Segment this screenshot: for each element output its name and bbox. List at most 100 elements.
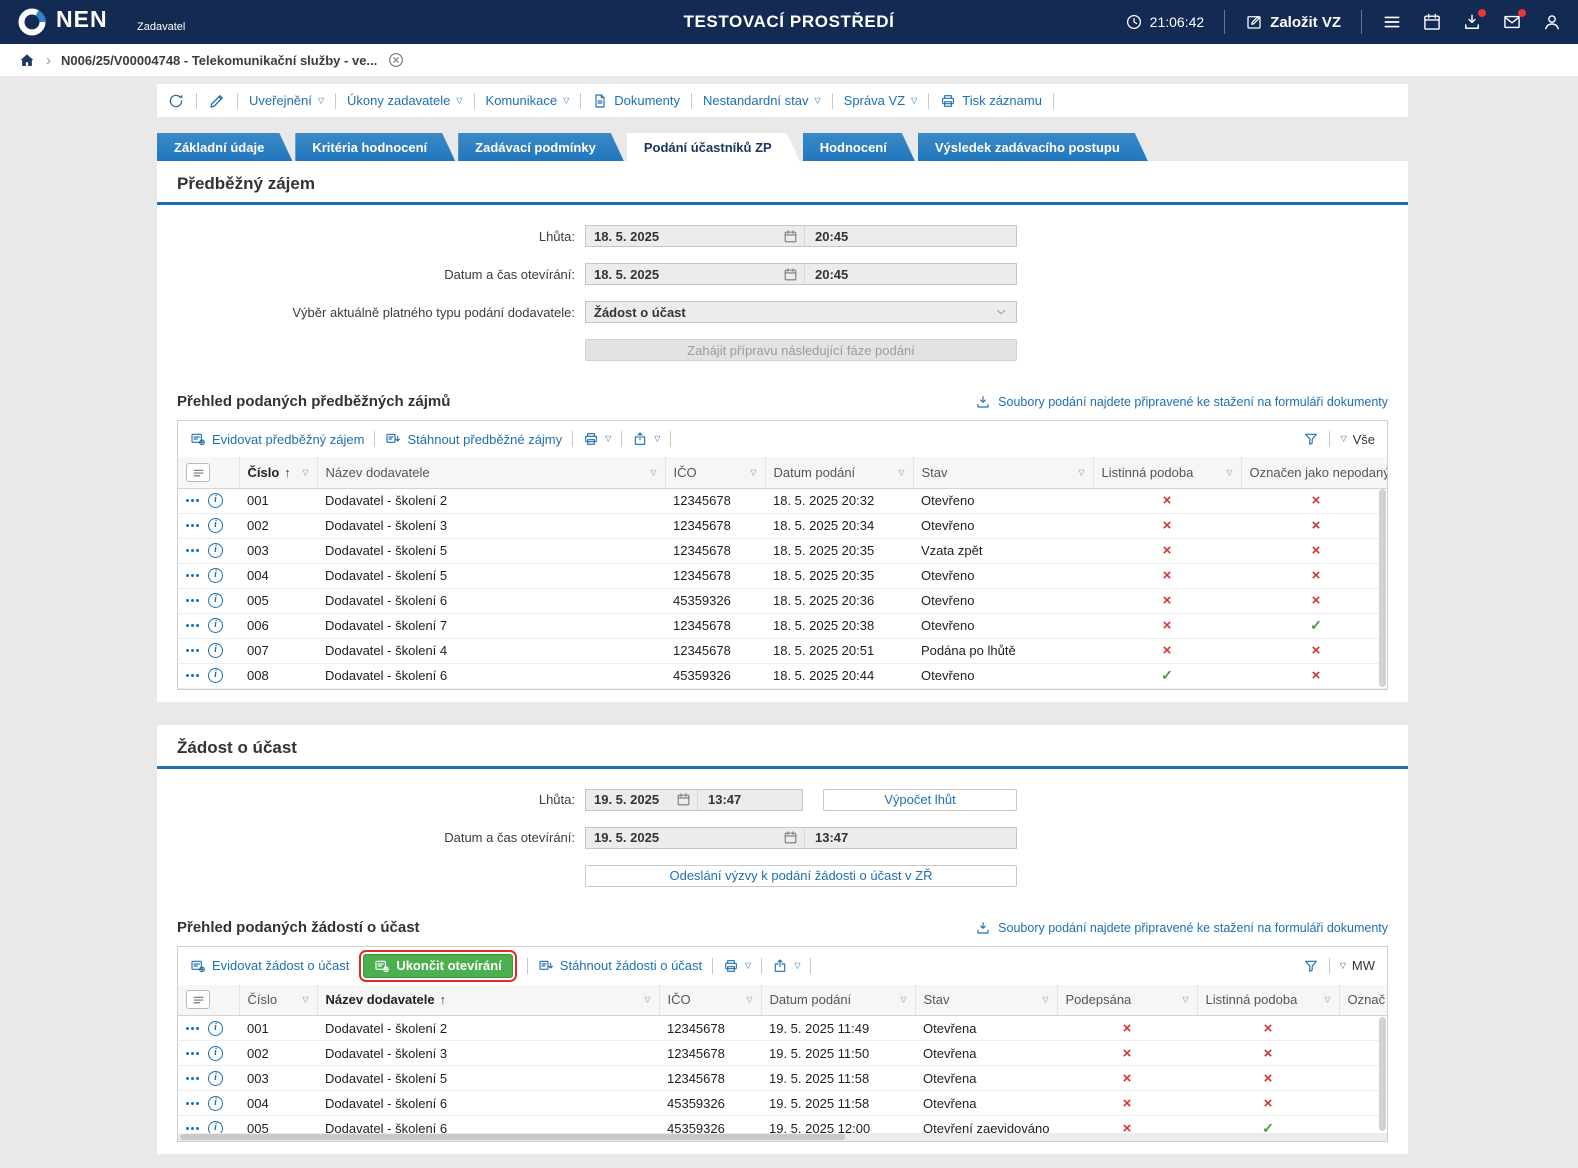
tab-hodnocení[interactable]: Hodnocení (803, 133, 915, 161)
calendar-icon[interactable] (676, 792, 691, 807)
column-header[interactable]: Podepsána▽ (1057, 985, 1197, 1016)
column-filter-icon[interactable]: ▽ (650, 468, 656, 477)
close-record-icon[interactable] (387, 51, 405, 69)
menu-dokumenty[interactable]: Dokumenty (592, 93, 680, 109)
row-info-icon[interactable]: i (208, 518, 223, 533)
stahnout-zadosti-button[interactable]: Stáhnout žádosti o účast (538, 958, 702, 974)
export-table-button[interactable]: ▽ (632, 431, 660, 447)
export-table-button[interactable]: ▽ (772, 958, 800, 974)
downloads-button[interactable] (1462, 12, 1482, 32)
column-filter-icon[interactable]: ▽ (1042, 995, 1048, 1004)
column-filter-icon[interactable]: ▽ (302, 468, 308, 477)
row-menu-icon[interactable] (186, 499, 199, 502)
odeslani-vyzvy-button[interactable]: Odeslání výzvy k podání žádosti o účast … (585, 865, 1017, 887)
menu-ukony-zadavatele[interactable]: Úkony zadavatele▽ (347, 93, 463, 108)
lhuta-datetime-field[interactable]: 19. 5. 2025 13:47 (585, 789, 803, 811)
menu-uverejneni[interactable]: Uveřejnění▽ (249, 93, 324, 108)
column-filter-icon[interactable]: ▽ (1226, 468, 1232, 477)
pencil-icon[interactable] (208, 92, 226, 110)
row-menu-icon[interactable] (186, 624, 199, 627)
row-info-icon[interactable]: i (208, 643, 223, 658)
table-row[interactable]: i007Dodavatel - školení 41234567818. 5. … (178, 638, 1387, 663)
table-row[interactable]: i004Dodavatel - školení 51234567818. 5. … (178, 563, 1387, 588)
menu-nestandardni-stav[interactable]: Nestandardní stav▽ (703, 93, 821, 108)
otevirani-datetime-field[interactable]: 18. 5. 2025 20:45 (585, 263, 1017, 285)
horizontal-scrollbar[interactable] (178, 1133, 1387, 1141)
row-info-icon[interactable]: i (208, 1071, 223, 1086)
stahnout-predbezne-button[interactable]: Stáhnout předběžné zájmy (385, 431, 562, 447)
column-header[interactable]: Listinná podoba▽ (1093, 457, 1241, 488)
breadcrumb-record[interactable]: N006/25/V00004748 - Telekomunikační služ… (61, 53, 377, 68)
row-menu-icon[interactable] (186, 574, 199, 577)
row-menu-icon[interactable] (186, 649, 199, 652)
column-filter-icon[interactable]: ▽ (644, 995, 650, 1004)
calendar-icon[interactable] (783, 830, 798, 845)
view-filter-dropdown[interactable]: ▽ Vše (1340, 432, 1375, 447)
menu-sprava-vz[interactable]: Správa VZ▽ (844, 93, 918, 108)
column-filter-icon[interactable]: ▽ (750, 468, 756, 477)
row-info-icon[interactable]: i (208, 568, 223, 583)
print-table-button[interactable]: ▽ (583, 431, 611, 447)
column-filter-icon[interactable]: ▽ (900, 995, 906, 1004)
row-info-icon[interactable]: i (208, 1021, 223, 1036)
row-info-icon[interactable]: i (208, 493, 223, 508)
table-row[interactable]: i002Dodavatel - školení 31234567818. 5. … (178, 513, 1387, 538)
messages-button[interactable] (1502, 12, 1522, 32)
tab-zadávací-podmínky[interactable]: Zadávací podmínky (458, 133, 624, 161)
column-header[interactable]: Listinná podoba▽ (1197, 985, 1339, 1016)
table-row[interactable]: i006Dodavatel - školení 71234567818. 5. … (178, 613, 1387, 638)
download-note-link[interactable]: Soubory podání najdete připravené ke sta… (975, 394, 1388, 410)
evidovat-zadost-button[interactable]: Evidovat žádost o účast (190, 958, 349, 974)
column-filter-icon[interactable]: ▽ (746, 995, 752, 1004)
column-header[interactable]: Číslo↑▽ (239, 457, 317, 488)
row-info-icon[interactable]: i (208, 1096, 223, 1111)
typ-podani-select[interactable]: Žádost o účast (585, 301, 1017, 323)
vertical-scrollbar[interactable] (1379, 489, 1386, 687)
column-filter-icon[interactable]: ▽ (1182, 995, 1188, 1004)
row-menu-icon[interactable] (186, 674, 199, 677)
column-header[interactable]: Datum podání▽ (765, 457, 913, 488)
row-info-icon[interactable]: i (208, 618, 223, 633)
print-record-button[interactable]: Tisk záznamu (940, 93, 1042, 109)
column-settings-button[interactable] (178, 457, 239, 488)
row-menu-icon[interactable] (186, 549, 199, 552)
download-note-link[interactable]: Soubory podání najdete připravené ke sta… (975, 920, 1388, 936)
tab-kritéria-hodnocení[interactable]: Kritéria hodnocení (295, 133, 455, 161)
view-filter-dropdown[interactable]: ▽ MW (1340, 958, 1375, 973)
table-row[interactable]: i003Dodavatel - školení 51234567819. 5. … (178, 1066, 1387, 1091)
row-info-icon[interactable]: i (208, 593, 223, 608)
table-row[interactable]: i001Dodavatel - školení 21234567819. 5. … (178, 1016, 1387, 1041)
print-table-button[interactable]: ▽ (723, 958, 751, 974)
row-menu-icon[interactable] (186, 599, 199, 602)
table-row[interactable]: i008Dodavatel - školení 64535932618. 5. … (178, 663, 1387, 688)
create-vz-button[interactable]: Založit VZ (1245, 13, 1341, 31)
menu-icon[interactable] (1382, 12, 1402, 32)
menu-komunikace[interactable]: Komunikace▽ (486, 93, 570, 108)
column-header[interactable]: Stav▽ (915, 985, 1057, 1016)
refresh-icon[interactable] (167, 92, 185, 110)
home-icon[interactable] (18, 51, 36, 69)
otevirani-datetime-field[interactable]: 19. 5. 2025 13:47 (585, 827, 1017, 849)
lhuta-datetime-field[interactable]: 18. 5. 2025 20:45 (585, 225, 1017, 247)
row-info-icon[interactable]: i (208, 543, 223, 558)
table-row[interactable]: i005Dodavatel - školení 64535932618. 5. … (178, 588, 1387, 613)
ukoncit-otevirani-button[interactable]: Ukončit otevírání (363, 954, 512, 978)
calendar-icon[interactable] (1422, 12, 1442, 32)
column-header[interactable]: Označen jako nepodaný▽ (1241, 457, 1387, 488)
column-header[interactable]: IČO▽ (665, 457, 765, 488)
column-header[interactable]: Název dodavatele↑▽ (317, 985, 659, 1016)
column-filter-icon[interactable]: ▽ (898, 468, 904, 477)
evidovat-predbezny-button[interactable]: Evidovat předběžný zájem (190, 431, 364, 447)
row-menu-icon[interactable] (186, 1127, 199, 1130)
row-menu-icon[interactable] (186, 1077, 199, 1080)
row-menu-icon[interactable] (186, 1052, 199, 1055)
column-header[interactable]: Číslo▽ (239, 985, 317, 1016)
column-filter-icon[interactable]: ▽ (302, 995, 308, 1004)
table-row[interactable]: i004Dodavatel - školení 64535932619. 5. … (178, 1091, 1387, 1116)
column-filter-icon[interactable]: ▽ (1324, 995, 1330, 1004)
table-row[interactable]: i001Dodavatel - školení 21234567818. 5. … (178, 488, 1387, 513)
row-info-icon[interactable]: i (208, 1046, 223, 1061)
column-header[interactable]: Označ▽ (1339, 985, 1387, 1016)
table-row[interactable]: i003Dodavatel - školení 51234567818. 5. … (178, 538, 1387, 563)
row-menu-icon[interactable] (186, 1027, 199, 1030)
